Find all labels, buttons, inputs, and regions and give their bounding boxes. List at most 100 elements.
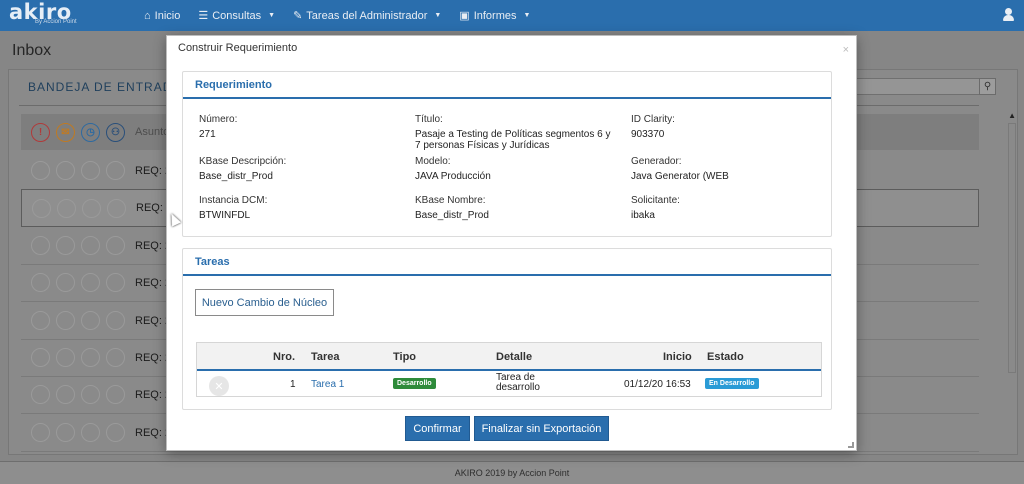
footer: AKIRO 2019 by Accion Point xyxy=(0,461,1024,484)
group-icon xyxy=(106,161,125,180)
field-solicitante: Solicitante: ibaka xyxy=(631,195,821,221)
field-label: Instancia DCM: xyxy=(199,195,268,206)
field-label: KBase Nombre: xyxy=(415,195,486,206)
cell-detalle: Tarea de desarrollo xyxy=(496,373,540,393)
delete-task-icon[interactable]: ✕ xyxy=(209,376,229,396)
field-value: ibaka xyxy=(631,210,655,221)
caret-down-icon: ▼ xyxy=(268,12,276,19)
clock-icon xyxy=(81,311,100,330)
mail-icon xyxy=(56,161,75,180)
scrollbar-thumb[interactable] xyxy=(1008,123,1016,373)
column-detalle[interactable]: Detalle xyxy=(496,351,532,363)
nav-item-inicio[interactable]: ⌂ Inicio xyxy=(144,10,180,22)
nav-item-informes[interactable]: ▣ Informes ▼ xyxy=(459,9,531,23)
field-value: 271 xyxy=(199,129,216,140)
scroll-up-icon[interactable]: ▲ xyxy=(1008,111,1016,120)
tipo-badge: Desarrollo xyxy=(393,378,436,389)
nuevo-cambio-nucleo-button[interactable]: Nuevo Cambio de Núcleo xyxy=(195,289,334,316)
group-icon xyxy=(106,385,125,404)
group-icon[interactable]: ⚇ xyxy=(106,122,125,142)
resize-handle-icon[interactable] xyxy=(848,442,854,448)
column-inicio[interactable]: Inicio xyxy=(663,351,692,363)
mail-icon xyxy=(56,311,75,330)
tareas-card: Tareas Nuevo Cambio de Núcleo Nro. Tarea… xyxy=(182,248,832,410)
nav-item-label: Tareas del Administrador xyxy=(306,9,428,22)
field-label: Modelo: xyxy=(415,156,451,167)
alert-icon xyxy=(31,161,50,180)
field-value: Java Generator (WEB xyxy=(631,171,729,182)
clock-icon xyxy=(81,423,100,442)
clock-icon xyxy=(81,161,100,180)
field-label: Número: xyxy=(199,114,238,125)
alert-icon xyxy=(31,311,50,330)
mail-icon xyxy=(56,423,75,442)
group-icon xyxy=(106,311,125,330)
field-numero: Número: 271 xyxy=(199,114,389,140)
mail-icon xyxy=(56,273,75,292)
nav-item-label: Consultas xyxy=(212,9,262,22)
wrench-icon: ✎ xyxy=(293,10,303,22)
modal-title: Construir Requerimiento xyxy=(178,42,298,54)
mail-icon xyxy=(56,385,75,404)
group-icon xyxy=(106,273,125,292)
nav-item-consultas[interactable]: ☰ Consultas ▼ xyxy=(198,9,276,23)
briefcase-icon: ▣ xyxy=(459,10,470,22)
alert-icon xyxy=(31,385,50,404)
user-icon[interactable] xyxy=(1003,8,1014,22)
column-nro[interactable]: Nro. xyxy=(273,351,295,363)
clock-icon xyxy=(81,348,100,367)
field-titulo: Título: Pasaje a Testing de Políticas se… xyxy=(415,114,615,151)
confirmar-button[interactable]: Confirmar xyxy=(405,416,470,441)
field-value: Pasaje a Testing de Políticas segmentos … xyxy=(415,129,611,151)
alert-icon xyxy=(31,236,50,255)
top-navbar: akiro By Accion Point ⌂ Inicio ☰ Consult… xyxy=(0,0,1024,31)
logo-subtitle: By Accion Point xyxy=(35,19,77,25)
alert-icon xyxy=(31,348,50,367)
field-generador: Generador: Java Generator (WEB xyxy=(631,156,821,182)
field-label: KBase Descripción: xyxy=(199,156,287,167)
cell-nro: 1 xyxy=(290,379,296,390)
nav-item-label: Inicio xyxy=(154,9,181,22)
cell-inicio: 01/12/20 16:53 xyxy=(624,379,691,390)
tarea-link[interactable]: Tarea 1 xyxy=(311,379,344,390)
tareas-table: Nro. Tarea Tipo Detalle Inicio Estado ✕ … xyxy=(196,342,822,397)
field-label: ID Clarity: xyxy=(631,114,675,125)
field-value: Base_distr_Prod xyxy=(415,210,489,221)
caret-down-icon: ▼ xyxy=(434,12,442,19)
close-icon[interactable]: × xyxy=(843,44,849,56)
field-value: 903370 xyxy=(631,129,665,140)
group-icon xyxy=(106,423,125,442)
alert-icon[interactable]: ! xyxy=(31,122,50,142)
column-tarea[interactable]: Tarea xyxy=(311,351,340,363)
column-tipo[interactable]: Tipo xyxy=(393,351,416,363)
estado-badge: En Desarrollo xyxy=(705,378,759,389)
column-estado[interactable]: Estado xyxy=(707,351,744,363)
mail-icon xyxy=(57,198,76,218)
finalizar-sin-exportacion-button[interactable]: Finalizar sin Exportación xyxy=(474,416,609,441)
clock-icon[interactable]: ◷ xyxy=(81,122,100,142)
field-label: Generador: xyxy=(631,156,682,167)
field-kbase-nombre: KBase Nombre: Base_distr_Prod xyxy=(415,195,615,221)
field-id-clarity: ID Clarity: 903370 xyxy=(631,114,821,140)
group-icon xyxy=(106,236,125,255)
table-header: Nro. Tarea Tipo Detalle Inicio Estado xyxy=(197,343,821,371)
search-icon[interactable]: ⚲ xyxy=(979,78,996,95)
field-value: BTWINFDL xyxy=(199,210,251,221)
field-instancia-dcm: Instancia DCM: BTWINFDL xyxy=(199,195,389,221)
mail-icon[interactable]: ✉ xyxy=(56,122,75,142)
field-value: Base_distr_Prod xyxy=(199,171,273,182)
column-asunto[interactable]: Asunto xyxy=(135,126,169,138)
clock-icon xyxy=(81,385,100,404)
field-modelo: Modelo: JAVA Producción xyxy=(415,156,615,182)
nav-item-tareas-administrador[interactable]: ✎ Tareas del Administrador ▼ xyxy=(293,9,442,23)
group-icon xyxy=(106,348,125,367)
field-label: Solicitante: xyxy=(631,195,680,206)
bandeja-title: BANDEJA DE ENTRADA xyxy=(28,80,182,94)
field-kbase-descripcion: KBase Descripción: Base_distr_Prod xyxy=(199,156,389,182)
list-icon: ☰ xyxy=(198,10,209,22)
clock-icon xyxy=(81,236,100,255)
alert-icon xyxy=(31,423,50,442)
construir-requerimiento-modal: Construir Requerimiento × Requerimiento … xyxy=(166,35,857,451)
caret-down-icon: ▼ xyxy=(523,12,531,19)
page-title: Inbox xyxy=(12,42,52,59)
